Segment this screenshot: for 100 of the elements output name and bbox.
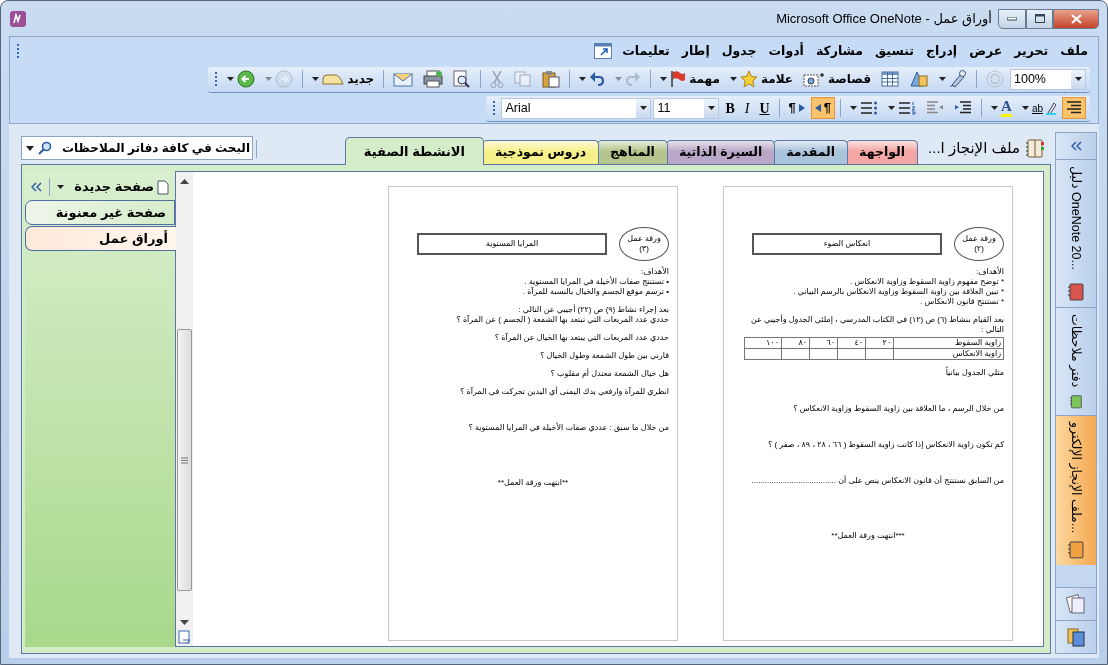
- font-combo[interactable]: Arial: [501, 97, 652, 119]
- undo-icon: [589, 71, 606, 87]
- app-icon[interactable]: [9, 9, 27, 28]
- table-cell: ١٠٠: [744, 337, 782, 349]
- notebook-tool-button[interactable]: [1056, 587, 1096, 620]
- section-tab[interactable]: الانشطة الصفية: [344, 137, 484, 165]
- search-icon: [38, 141, 52, 155]
- page-tab[interactable]: أوراق عمل: [25, 226, 176, 251]
- zoom-combo[interactable]: 100%: [1010, 68, 1086, 90]
- notebook-title: ملف الإنجاز ا...: [928, 137, 1020, 158]
- worksheet-text: انظري للمرآة وارفعي يدك اليمنى أي اليدين تحركت في المرآة ؟: [459, 387, 669, 397]
- italic-button[interactable]: I: [740, 97, 754, 119]
- menu-item[interactable]: عرض: [963, 39, 1009, 63]
- caret-icon: [707, 106, 715, 110]
- redo-icon: [625, 71, 642, 87]
- bold-button[interactable]: B: [721, 97, 739, 119]
- scroll-down-icon[interactable]: [180, 620, 189, 626]
- worksheet-question: من خلال الرسم ، ما العلاقة بين زاوية السقوط وزاوية الانعكاس ؟: [792, 404, 1004, 414]
- worksheet-title: انعكاس الضوء: [752, 233, 942, 255]
- section-tab-icon: [322, 73, 345, 85]
- printer-icon: [423, 70, 444, 88]
- arrow-right-icon: [798, 104, 805, 112]
- worksheet-text: هل خيال الشمعة معتدل أم مقلوب ؟: [549, 369, 669, 379]
- caret-icon: [639, 106, 647, 110]
- forward-icon: [275, 70, 294, 88]
- underline-button[interactable]: U: [755, 97, 774, 119]
- notebook-item[interactable]: ملف الإنجاز الإلكترو...: [1056, 415, 1096, 565]
- worksheet-text: * تستنتج قانون الانعكاس .: [919, 297, 1004, 307]
- worksheet-question: من خلال ما سبق : عددي صفات الأخيلة في المرايا المستوية ؟: [467, 423, 669, 433]
- vertical-scrollbar[interactable]: [176, 172, 193, 646]
- worksheet-text: * تبين العلاقة بين زاوية السقوط وزاوية الانعكاس بالرسم البياني .: [792, 287, 1004, 297]
- table-cell: ٦٠: [809, 337, 838, 349]
- menu-item[interactable]: إدراج: [919, 39, 964, 63]
- font-color-button[interactable]: A: [987, 97, 1016, 119]
- screen-clipping-button[interactable]: قصاصة: [798, 68, 875, 90]
- section-tab[interactable]: المناهج: [597, 140, 668, 164]
- table-cell: ٢٠: [865, 337, 894, 349]
- menu-item[interactable]: تحرير: [1008, 39, 1055, 63]
- new-button[interactable]: جديد: [308, 68, 379, 90]
- menu-item[interactable]: تنسيق: [869, 39, 920, 63]
- worksheet-text: • ترسم موقع الجسم والخيال بالنسبة للمرآة .: [521, 287, 669, 297]
- font-size-combo[interactable]: 11: [653, 97, 720, 119]
- menu-item[interactable]: مشاركة: [809, 39, 870, 63]
- section-tab[interactable]: المقدمة: [773, 140, 849, 164]
- caret-icon: [26, 146, 34, 152]
- star-icon: [739, 70, 758, 88]
- worksheet-text: الأهداف:: [640, 267, 669, 277]
- search-field[interactable]: البحث في كافة دفاتر الملاحظات: [21, 136, 253, 160]
- maximize-button[interactable]: [1026, 8, 1053, 29]
- page-tab[interactable]: صفحة غير معنونة: [25, 200, 175, 225]
- new-page-dropdown[interactable]: [57, 185, 64, 189]
- numbering-icon: [898, 101, 917, 115]
- worksheet-text: الأهداف:: [975, 267, 1004, 277]
- worksheet-text: بعد القيام بنشاط (٦) ص (١٢) في الكتاب المدرسي ، إملئي الجدول وأجيبي عن التالي :: [749, 315, 1004, 335]
- worksheet-text: • تستنتج صفات الأخيلة في المرايا المستوية .: [523, 277, 669, 287]
- menu-item[interactable]: إطار: [675, 39, 716, 63]
- back-icon: [237, 70, 256, 88]
- notebook-item[interactable]: دليل OneNote 20...: [1056, 159, 1096, 307]
- table-cell: ٤٠: [837, 337, 866, 349]
- highlight-button[interactable]: ab: [1017, 97, 1060, 119]
- pages-icon: [1066, 594, 1086, 614]
- section-tab[interactable]: دروس نموذجية: [481, 140, 600, 164]
- flag-icon: [670, 70, 687, 88]
- new-page-button[interactable]: صفحة جديدة: [74, 177, 169, 197]
- worksheet-text: بعد إجراء نشاط (٩) ص (٢٢) أجيبي عن التالي :: [517, 305, 669, 315]
- scroll-up-icon[interactable]: [180, 178, 189, 184]
- table-icon: [881, 71, 899, 87]
- table-cell: ٨٠: [781, 337, 810, 349]
- menu-item[interactable]: ملف: [1054, 39, 1094, 63]
- minimize-button[interactable]: [998, 8, 1026, 29]
- arrow-left-icon: [814, 104, 821, 112]
- menu-item[interactable]: أدوات: [762, 39, 810, 63]
- align-right-button[interactable]: [1062, 97, 1086, 119]
- worksheet-end-note: **انتهت ورقة العمل**: [496, 478, 570, 488]
- align-right-icon: [1066, 101, 1082, 115]
- grip-icon: [181, 456, 188, 464]
- menu-item[interactable]: تعليمات: [616, 39, 676, 63]
- pen-icon: [949, 70, 967, 88]
- section-tab[interactable]: السيرة الذاتية: [665, 140, 776, 164]
- scissors-icon: [490, 70, 505, 88]
- decrease-indent-icon: [926, 101, 945, 115]
- notebook-tool-button[interactable]: [1056, 620, 1096, 653]
- task-button[interactable]: مهمة: [656, 68, 724, 90]
- copy-icon: [514, 71, 533, 87]
- circle-arrows-icon: [986, 70, 1004, 88]
- section-tab[interactable]: الواجهة: [846, 140, 919, 164]
- menu-item[interactable]: جدول: [715, 39, 763, 63]
- scrollbar-thumb[interactable]: [177, 329, 192, 591]
- left-to-right-button[interactable]: ¶: [784, 97, 809, 119]
- tag-button[interactable]: علامة: [725, 68, 797, 90]
- close-button[interactable]: [1053, 8, 1099, 29]
- notebook-icon[interactable]: [1025, 137, 1045, 158]
- table-cell: زاوية الانعكاس: [893, 348, 1004, 360]
- close-icon: [1070, 13, 1082, 24]
- page-icon: [157, 179, 169, 195]
- notebook-item[interactable]: دفتر ملاحظات: [1056, 307, 1096, 415]
- worksheet-text: قارني بين طول الشمعة وطول الخيال ؟: [539, 351, 669, 361]
- right-to-left-button[interactable]: ¶: [810, 97, 836, 119]
- collapse-icon[interactable]: [31, 182, 42, 192]
- minimize-icon: [1007, 16, 1017, 21]
